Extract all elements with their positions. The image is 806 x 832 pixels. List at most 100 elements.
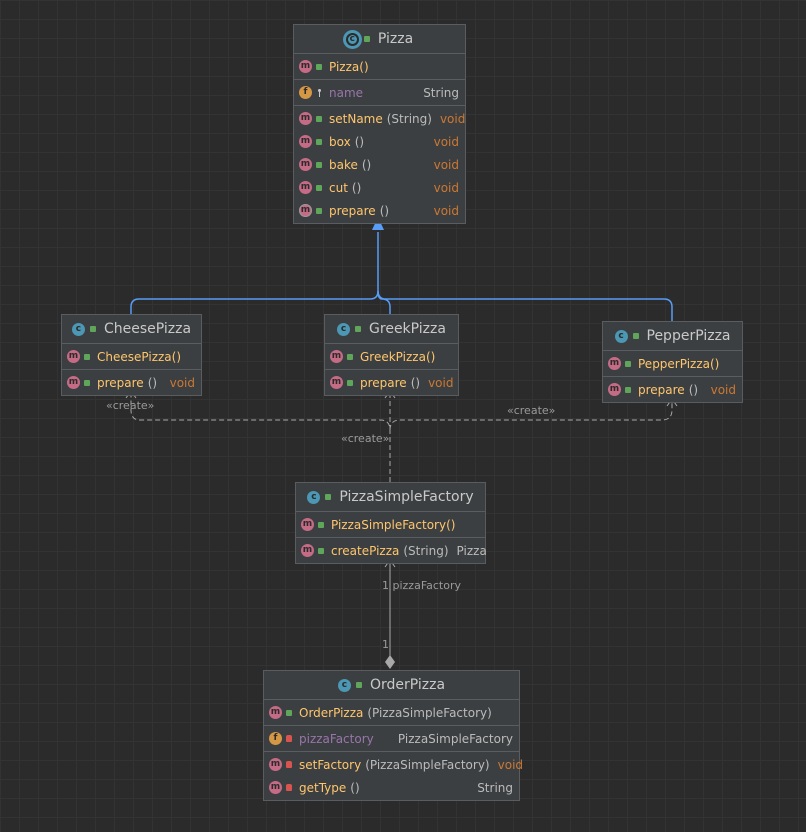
- method-icon: m: [299, 158, 312, 171]
- method-params: (): [361, 157, 372, 172]
- field-type: String: [423, 85, 459, 100]
- association-role-label: 1 pizzaFactory: [382, 579, 462, 592]
- constructor-name: GreekPizza(): [360, 349, 436, 364]
- method-icon: m: [269, 706, 282, 719]
- field-row[interactable]: f pizzaFactory PizzaSimpleFactory: [264, 727, 519, 750]
- return-type: void: [433, 157, 459, 172]
- class-icon: c: [614, 329, 628, 343]
- constructor-row[interactable]: m CheesePizza(): [62, 345, 201, 368]
- constructor-name: OrderPizza: [299, 705, 364, 720]
- class-icon: c: [307, 490, 321, 504]
- public-icon: [89, 326, 96, 332]
- method-section: m setFactory (PizzaSimpleFactory) void m …: [264, 752, 523, 800]
- private-lock-icon: [286, 735, 292, 742]
- class-title: PepperPizza: [646, 328, 731, 344]
- constructor-section: m PizzaSimpleFactory(): [296, 512, 485, 538]
- method-params: (): [354, 134, 365, 149]
- public-icon: [316, 207, 322, 214]
- constructor-row[interactable]: m Pizza(): [294, 55, 465, 78]
- public-icon: [316, 63, 322, 70]
- method-params: (String): [403, 543, 449, 558]
- method-row[interactable]: m prepare() void: [603, 378, 742, 401]
- class-icon: c: [337, 322, 351, 336]
- field-name: pizzaFactory: [299, 731, 374, 746]
- method-name: prepare: [360, 375, 407, 390]
- field-row[interactable]: f name String: [294, 81, 465, 104]
- class-pizza-simple-factory[interactable]: c PizzaSimpleFactory m PizzaSimpleFactor…: [295, 482, 487, 564]
- public-icon: [318, 521, 324, 528]
- abstract-class-icon: c: [345, 32, 359, 46]
- method-params: (String): [386, 111, 432, 126]
- constructor-section: m OrderPizza (PizzaSimpleFactory): [264, 700, 519, 726]
- method-row[interactable]: m createPizza (String) Pizza: [296, 539, 487, 562]
- public-icon: [363, 36, 370, 42]
- method-row[interactable]: m setName (String) void: [294, 107, 465, 130]
- class-header: c Pizza: [294, 25, 465, 54]
- method-icon: m: [301, 518, 314, 531]
- class-pizza[interactable]: c Pizza m Pizza() f name String m setNam…: [293, 24, 466, 224]
- return-type: void: [428, 375, 454, 390]
- return-type: void: [439, 111, 466, 126]
- method-name: bake: [329, 157, 358, 172]
- public-icon: [316, 184, 322, 191]
- method-row[interactable]: m getType() String: [264, 776, 519, 799]
- constructor-params: (PizzaSimpleFactory): [367, 705, 492, 720]
- method-row[interactable]: m cut() void: [294, 176, 465, 199]
- method-row[interactable]: m prepare() void: [62, 371, 201, 394]
- method-row[interactable]: m prepare() void: [325, 371, 458, 394]
- constructor-name: Pizza(): [329, 59, 369, 74]
- constructor-section: m PepperPizza(): [603, 351, 742, 377]
- method-icon: m: [269, 781, 282, 794]
- method-params: (): [410, 375, 421, 390]
- field-section: f name String: [294, 80, 465, 106]
- method-name: prepare: [329, 203, 376, 218]
- constructor-section: m GreekPizza(): [325, 344, 458, 370]
- method-name: setFactory: [299, 757, 362, 772]
- constructor-row[interactable]: m GreekPizza(): [325, 345, 458, 368]
- field-type: PizzaSimpleFactory: [397, 731, 513, 746]
- class-icon: c: [71, 322, 85, 336]
- class-header: c CheesePizza: [62, 315, 201, 344]
- class-order-pizza[interactable]: c OrderPizza m OrderPizza (PizzaSimpleFac…: [263, 670, 523, 801]
- class-title: OrderPizza: [369, 677, 446, 693]
- abstract-method-icon: m: [299, 204, 312, 217]
- return-type: void: [710, 382, 736, 397]
- method-row[interactable]: m prepare() void: [294, 199, 465, 222]
- inheritance-line-cheese: [130, 232, 379, 316]
- method-row[interactable]: m box() void: [294, 130, 465, 153]
- constructor-row[interactable]: m PizzaSimpleFactory(): [296, 513, 485, 536]
- method-params: (): [350, 780, 360, 795]
- class-pepper-pizza[interactable]: c PepperPizza m PepperPizza() m prepare(…: [602, 321, 743, 403]
- method-row[interactable]: m bake() void: [294, 153, 465, 176]
- class-title: GreekPizza: [369, 321, 446, 337]
- public-icon: [325, 494, 332, 500]
- method-name: prepare: [638, 382, 685, 397]
- method-icon: m: [330, 350, 343, 363]
- constructor-name: PizzaSimpleFactory(): [331, 517, 456, 532]
- constructor-row[interactable]: m OrderPizza (PizzaSimpleFactory): [264, 701, 519, 724]
- public-icon: [347, 353, 353, 360]
- class-title: Pizza: [377, 31, 414, 47]
- association-multiplicity-label: 1: [382, 638, 389, 651]
- method-row[interactable]: m setFactory (PizzaSimpleFactory) void: [264, 753, 523, 776]
- class-header: c PepperPizza: [603, 322, 742, 351]
- constructor-name: CheesePizza(): [97, 349, 182, 364]
- public-icon: [316, 161, 322, 168]
- create-label-greek: «create»: [341, 432, 390, 445]
- class-cheese-pizza[interactable]: c CheesePizza m CheesePizza() m prepare(…: [61, 314, 202, 396]
- return-type: void: [169, 375, 195, 390]
- constructor-section: m Pizza(): [294, 54, 465, 80]
- method-section: m createPizza (String) Pizza: [296, 538, 487, 563]
- aggregation-diamond: [385, 655, 395, 669]
- method-params: (): [147, 375, 158, 390]
- class-header: c PizzaSimpleFactory: [296, 483, 485, 512]
- constructor-row[interactable]: m PepperPizza(): [603, 352, 742, 375]
- method-icon: m: [67, 376, 80, 389]
- return-type: void: [433, 203, 459, 218]
- return-type: void: [497, 757, 524, 772]
- field-icon: f: [299, 86, 312, 99]
- class-greek-pizza[interactable]: c GreekPizza m GreekPizza() m prepare() …: [324, 314, 459, 396]
- method-name: setName: [329, 111, 383, 126]
- class-header: c GreekPizza: [325, 315, 458, 344]
- method-name: getType: [299, 780, 347, 795]
